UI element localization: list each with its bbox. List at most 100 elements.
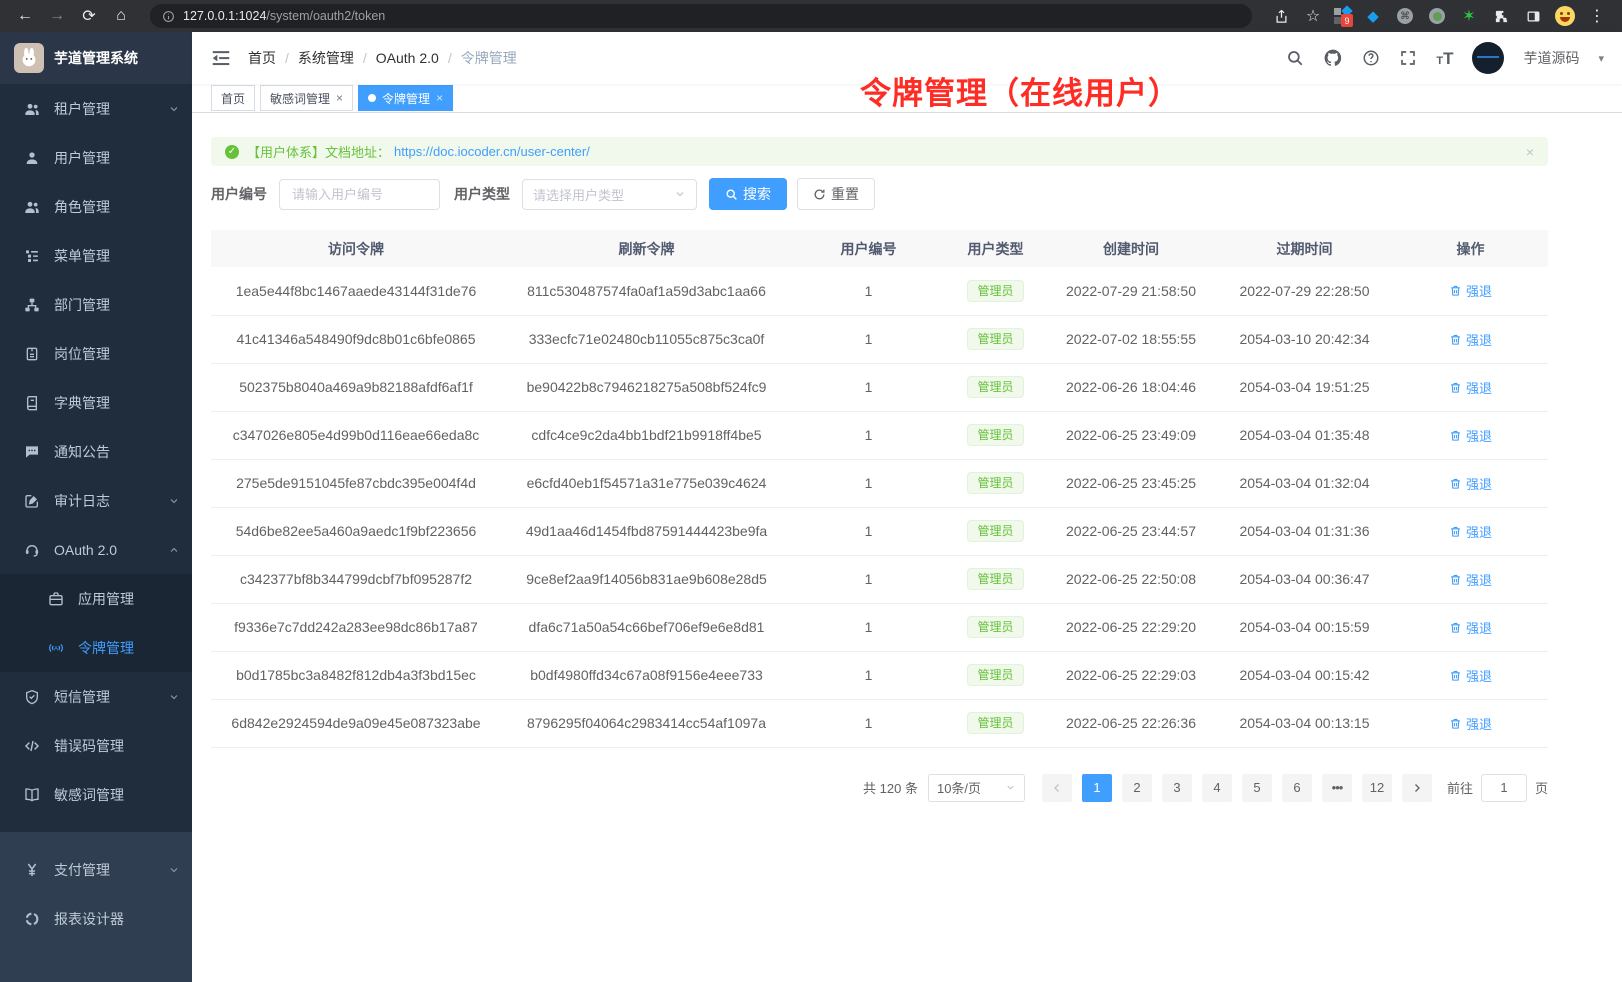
force-logout-button[interactable]: 强退 xyxy=(1449,330,1492,349)
prev-page-button[interactable] xyxy=(1042,774,1072,802)
tab-label: 敏感词管理 xyxy=(270,90,330,107)
browser-reload-icon[interactable]: ⟳ xyxy=(76,3,102,29)
sidebar-item-sensitive[interactable]: 敏感词管理 xyxy=(0,770,192,819)
command-extension-icon[interactable]: ⌘ xyxy=(1392,3,1418,29)
sidebar-item-tenant[interactable]: 租户管理 xyxy=(0,84,192,133)
page-button-1[interactable]: 1 xyxy=(1082,774,1112,802)
breadcrumb-separator: / xyxy=(448,50,452,66)
force-logout-button[interactable]: 强退 xyxy=(1449,618,1492,637)
user-type-badge: 管理员 xyxy=(967,664,1023,686)
svg-text:A: A xyxy=(54,645,59,652)
force-logout-button[interactable]: 强退 xyxy=(1449,522,1492,541)
alert-close-icon[interactable]: × xyxy=(1526,144,1534,160)
sidebar-item-post[interactable]: 岗位管理 xyxy=(0,329,192,378)
github-icon[interactable] xyxy=(1323,48,1343,68)
search-icon[interactable] xyxy=(1286,49,1304,67)
force-logout-button[interactable]: 强退 xyxy=(1449,714,1492,733)
share-icon[interactable] xyxy=(1268,3,1294,29)
page-button-4[interactable]: 4 xyxy=(1202,774,1232,802)
doc-link[interactable]: https://doc.iocoder.cn/user-center/ xyxy=(394,144,590,159)
page-button-3[interactable]: 3 xyxy=(1162,774,1192,802)
sidebar-item-oauth2[interactable]: OAuth 2.0 xyxy=(0,525,192,574)
force-logout-button[interactable]: 强退 xyxy=(1449,474,1492,493)
page-button-12[interactable]: 12 xyxy=(1362,774,1392,802)
sidebar-item-oauth2-app[interactable]: 应用管理 xyxy=(0,574,192,623)
briefcase-icon xyxy=(48,591,64,607)
sidebar-item-oauth2-token[interactable]: A令牌管理 xyxy=(0,623,192,672)
yen-icon xyxy=(24,862,40,878)
sidebar-item-dept[interactable]: 部门管理 xyxy=(0,280,192,329)
force-logout-button[interactable]: 强退 xyxy=(1449,426,1492,445)
tag-view-tab[interactable]: 令牌管理× xyxy=(358,85,453,111)
sidebar-item-user[interactable]: 用户管理 xyxy=(0,133,192,182)
recorder-extension-icon[interactable] xyxy=(1424,3,1450,29)
force-logout-button[interactable]: 强退 xyxy=(1449,666,1492,685)
browser-back-icon[interactable]: ← xyxy=(12,3,38,29)
users-icon xyxy=(24,199,40,215)
breadcrumb-item[interactable]: 系统管理 xyxy=(298,48,354,68)
user-type-cell: 管理员 xyxy=(945,459,1046,507)
trash-icon xyxy=(1449,573,1462,586)
sidebar-item-dict[interactable]: 字典管理 xyxy=(0,378,192,427)
sidebar-item-errcode[interactable]: 错误码管理 xyxy=(0,721,192,770)
browser-menu-icon[interactable]: ⋮ xyxy=(1584,3,1610,29)
tag-view-tab[interactable]: 首页 xyxy=(211,85,255,111)
gem-extension-icon[interactable]: ◆ xyxy=(1360,3,1386,29)
user-name[interactable]: 芋道源码 xyxy=(1523,48,1579,68)
user-type-badge: 管理员 xyxy=(967,568,1023,590)
sidebar-item-menu[interactable]: 菜单管理 xyxy=(0,231,192,280)
sidebar-fold-icon[interactable] xyxy=(210,47,232,69)
reset-button[interactable]: 重置 xyxy=(797,178,875,210)
tab-close-icon[interactable]: × xyxy=(436,92,443,104)
breadcrumb-item[interactable]: 首页 xyxy=(248,48,276,68)
fullscreen-icon[interactable] xyxy=(1399,49,1417,67)
column-header: 用户编号 xyxy=(792,230,945,267)
sidebar-item-report[interactable]: 报表设计器 xyxy=(0,894,192,943)
goto-page-input[interactable] xyxy=(1481,774,1527,802)
refresh-token-cell: 9ce8ef2aa9f14056b831ae9b608e28d5 xyxy=(501,555,792,603)
star-extension-icon[interactable]: ✶ xyxy=(1456,3,1482,29)
page-button-5[interactable]: 5 xyxy=(1242,774,1272,802)
user-id-cell: 1 xyxy=(792,699,945,747)
site-info-icon[interactable] xyxy=(162,10,175,23)
extension-cluster-icon[interactable]: 9 xyxy=(1332,5,1354,27)
sidebar-item-audit[interactable]: 审计日志 xyxy=(0,476,192,525)
puzzle-extensions-icon[interactable] xyxy=(1488,3,1514,29)
breadcrumb-item[interactable]: OAuth 2.0 xyxy=(376,50,439,66)
browser-home-icon[interactable]: ⌂ xyxy=(108,3,134,29)
sidebar-item-pay[interactable]: 支付管理 xyxy=(0,845,192,894)
chevron-down-icon xyxy=(168,691,180,703)
force-logout-button[interactable]: 强退 xyxy=(1449,378,1492,397)
search-button[interactable]: 搜索 xyxy=(709,178,787,210)
user-avatar[interactable] xyxy=(1472,42,1504,74)
user-menu-caret-icon[interactable]: ▾ xyxy=(1598,52,1604,65)
help-icon[interactable] xyxy=(1362,49,1380,67)
table-row: b0d1785bc3a8482f812db4a3f3bd15ecb0df4980… xyxy=(211,651,1548,699)
page-size-select[interactable]: 10条/页 xyxy=(928,774,1025,802)
user-type-select[interactable]: 请选择用户类型 xyxy=(522,179,697,210)
next-page-button[interactable] xyxy=(1402,774,1432,802)
user-id-input[interactable] xyxy=(279,179,440,210)
table-row: c347026e805e4d99b0d116eae66eda8ccdfc4ce9… xyxy=(211,411,1548,459)
app-logo-bar[interactable]: 芋道管理系统 xyxy=(0,32,192,84)
sidebar-item-sms[interactable]: 短信管理 xyxy=(0,672,192,721)
sidebar-menu-bottom: 支付管理报表设计器 xyxy=(0,832,192,982)
more-pages-button[interactable]: ••• xyxy=(1322,774,1352,802)
browser-forward-icon[interactable]: → xyxy=(44,3,70,29)
sidebar-item-role[interactable]: 角色管理 xyxy=(0,182,192,231)
page-button-2[interactable]: 2 xyxy=(1122,774,1152,802)
tag-view-tab[interactable]: 敏感词管理 × xyxy=(260,85,353,111)
bookmark-star-icon[interactable]: ☆ xyxy=(1300,3,1326,29)
chevron-down-icon xyxy=(168,103,180,115)
sidebar-item-notice[interactable]: 通知公告 xyxy=(0,427,192,476)
side-panel-icon[interactable] xyxy=(1520,3,1546,29)
tab-close-icon[interactable]: × xyxy=(336,92,343,104)
page-button-6[interactable]: 6 xyxy=(1282,774,1312,802)
force-logout-button[interactable]: 强退 xyxy=(1449,281,1492,300)
profile-avatar-icon[interactable] xyxy=(1552,3,1578,29)
action-cell: 强退 xyxy=(1393,699,1548,747)
font-size-icon[interactable]: TT xyxy=(1436,50,1453,67)
force-logout-button[interactable]: 强退 xyxy=(1449,570,1492,589)
address-bar[interactable]: 127.0.0.1:1024/system/oauth2/token xyxy=(150,4,1252,28)
token-table: 访问令牌刷新令牌用户编号用户类型创建时间过期时间操作 1ea5e44f8bc14… xyxy=(211,230,1548,748)
